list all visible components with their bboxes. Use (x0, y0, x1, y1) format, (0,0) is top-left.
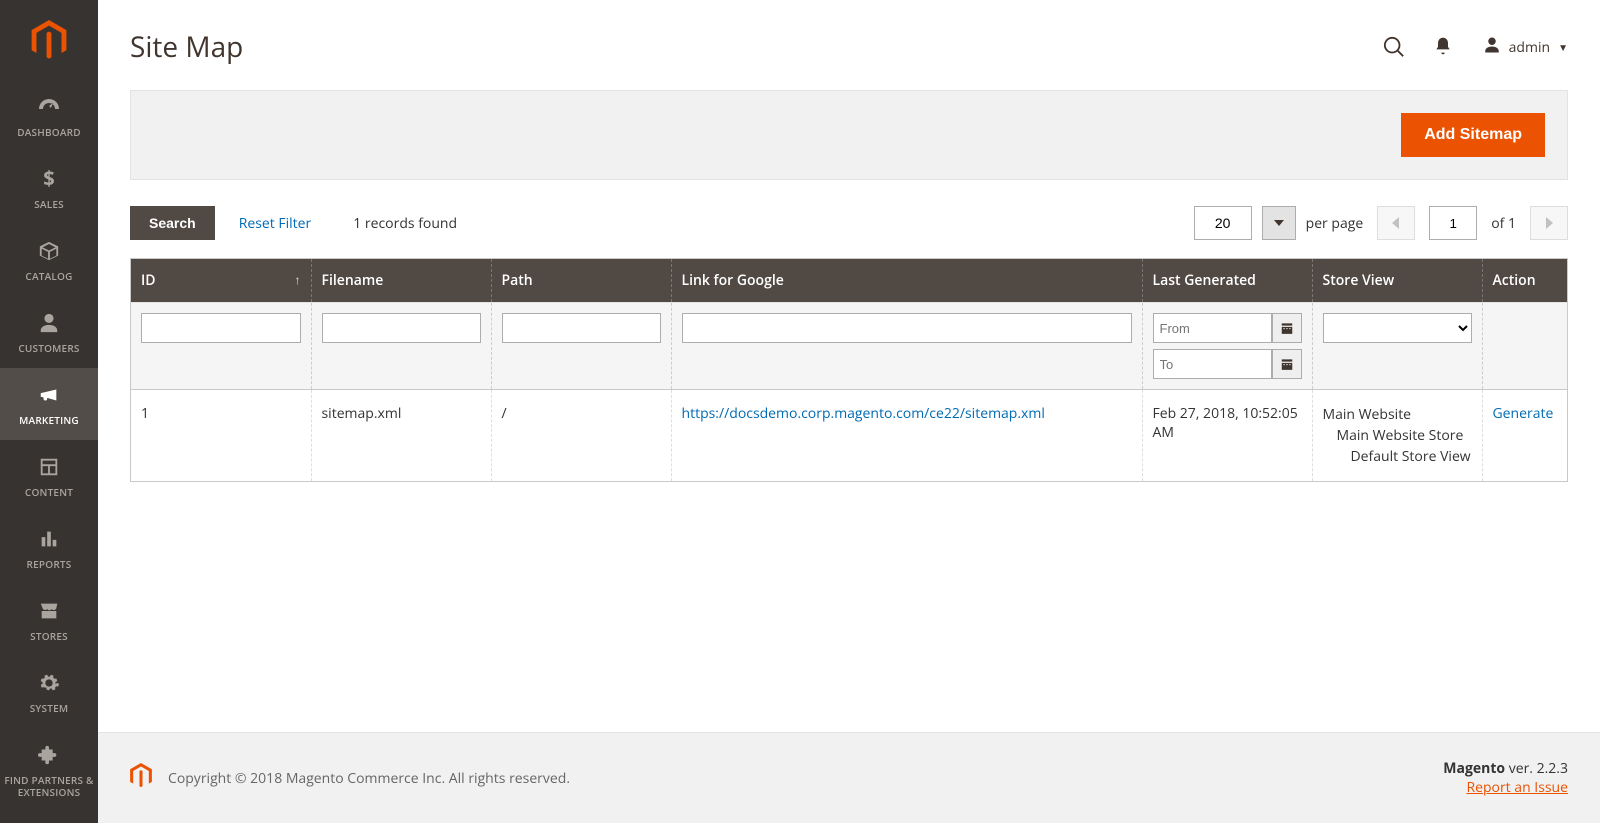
nav-label: CUSTOMERS (18, 342, 79, 354)
svg-text:$: $ (43, 168, 55, 190)
cell-last-generated: Feb 27, 2018, 10:52:05 AM (1142, 390, 1312, 482)
filter-date-from[interactable] (1153, 313, 1272, 343)
per-page-input[interactable] (1194, 206, 1252, 240)
col-id[interactable]: ID↑ (131, 259, 311, 303)
col-link[interactable]: Link for Google (671, 259, 1142, 303)
records-found: 1 records found (353, 214, 457, 233)
table-row[interactable]: 1 sitemap.xml / https://docsdemo.corp.ma… (131, 390, 1567, 482)
layout-icon (36, 454, 62, 480)
nav-label: FIND PARTNERS & EXTENSIONS (4, 774, 94, 798)
gauge-icon (36, 94, 62, 120)
col-store-view[interactable]: Store View (1312, 259, 1482, 303)
nav-label: SALES (34, 198, 64, 210)
footer: Copyright © 2018 Magento Commerce Inc. A… (98, 732, 1600, 823)
cell-path: / (491, 390, 671, 482)
reset-filter-link[interactable]: Reset Filter (239, 214, 312, 233)
nav-catalog[interactable]: CATALOG (0, 224, 98, 296)
nav-reports[interactable]: REPORTS (0, 512, 98, 584)
search-icon[interactable] (1383, 36, 1405, 58)
gear-icon (36, 670, 62, 696)
add-sitemap-button[interactable]: Add Sitemap (1401, 113, 1545, 157)
nav-customers[interactable]: CUSTOMERS (0, 296, 98, 368)
store-icon (36, 598, 62, 624)
header: Site Map admin ▼ (98, 0, 1600, 84)
prev-page-button[interactable] (1377, 206, 1415, 240)
version: ver. 2.2.3 (1505, 759, 1568, 778)
bars-icon (36, 526, 62, 552)
col-last-generated[interactable]: Last Generated (1142, 259, 1312, 303)
person-icon (36, 310, 62, 336)
filter-id[interactable] (141, 313, 301, 343)
filter-row (131, 303, 1567, 390)
dollar-icon: $ (36, 166, 62, 192)
nav-label: CONTENT (25, 486, 73, 498)
sort-asc-icon: ↑ (295, 271, 301, 288)
user-menu[interactable]: admin ▼ (1483, 36, 1568, 59)
copyright: Copyright © 2018 Magento Commerce Inc. A… (168, 769, 1443, 788)
nav-stores[interactable]: STORES (0, 584, 98, 656)
filter-date-to[interactable] (1153, 349, 1272, 379)
generate-link[interactable]: Generate (1493, 404, 1554, 423)
col-action: Action (1482, 259, 1567, 303)
cell-store-view: Main Website Main Website Store Default … (1312, 390, 1482, 482)
calendar-icon[interactable] (1272, 313, 1302, 343)
page-of-label: of 1 (1491, 214, 1516, 233)
nav-label: DASHBOARD (17, 126, 81, 138)
next-page-button[interactable] (1530, 206, 1568, 240)
report-issue-link[interactable]: Report an Issue (1466, 778, 1568, 797)
nav-partners[interactable]: FIND PARTNERS & EXTENSIONS (0, 728, 98, 812)
product-name: Magento (1443, 759, 1505, 778)
nav-dashboard[interactable]: DASHBOARD (0, 80, 98, 152)
col-filename[interactable]: Filename (311, 259, 491, 303)
nav-marketing[interactable]: MARKETING (0, 368, 98, 440)
nav-label: SYSTEM (30, 702, 69, 714)
cell-link[interactable]: https://docsdemo.corp.magento.com/ce22/s… (682, 404, 1045, 423)
bell-icon[interactable] (1433, 36, 1455, 58)
filter-store-view[interactable] (1323, 313, 1472, 343)
filter-filename[interactable] (322, 313, 481, 343)
nav-system[interactable]: SYSTEM (0, 656, 98, 728)
box-icon (36, 238, 62, 264)
user-icon (1483, 36, 1501, 59)
cell-id: 1 (131, 390, 311, 482)
nav-sales[interactable]: $ SALES (0, 152, 98, 224)
per-page-label: per page (1306, 214, 1364, 233)
per-page-dropdown-button[interactable] (1262, 206, 1296, 240)
page-input[interactable] (1429, 206, 1477, 240)
megaphone-icon (36, 382, 62, 408)
user-name: admin (1509, 38, 1550, 57)
chevron-down-icon: ▼ (1558, 40, 1568, 54)
puzzle-icon (36, 742, 62, 768)
sitemap-grid: ID↑ Filename Path Link for Google Last G… (130, 258, 1568, 482)
nav-label: MARKETING (19, 414, 79, 426)
filter-path[interactable] (502, 313, 661, 343)
col-path[interactable]: Path (491, 259, 671, 303)
nav-label: CATALOG (25, 270, 72, 282)
filter-link[interactable] (682, 313, 1132, 343)
magento-logo[interactable] (0, 0, 98, 80)
magento-logo-icon (130, 763, 152, 793)
sidebar: DASHBOARD $ SALES CATALOG CUSTOMERS MARK… (0, 0, 98, 823)
page-title: Site Map (130, 28, 1383, 66)
nav-content[interactable]: CONTENT (0, 440, 98, 512)
nav-label: STORES (30, 630, 68, 642)
grid-toolbar: Search Reset Filter 1 records found per … (98, 206, 1600, 258)
cell-filename: sitemap.xml (311, 390, 491, 482)
search-button[interactable]: Search (130, 206, 215, 240)
nav-label: REPORTS (27, 558, 72, 570)
calendar-icon[interactable] (1272, 349, 1302, 379)
action-bar: Add Sitemap (130, 90, 1568, 180)
